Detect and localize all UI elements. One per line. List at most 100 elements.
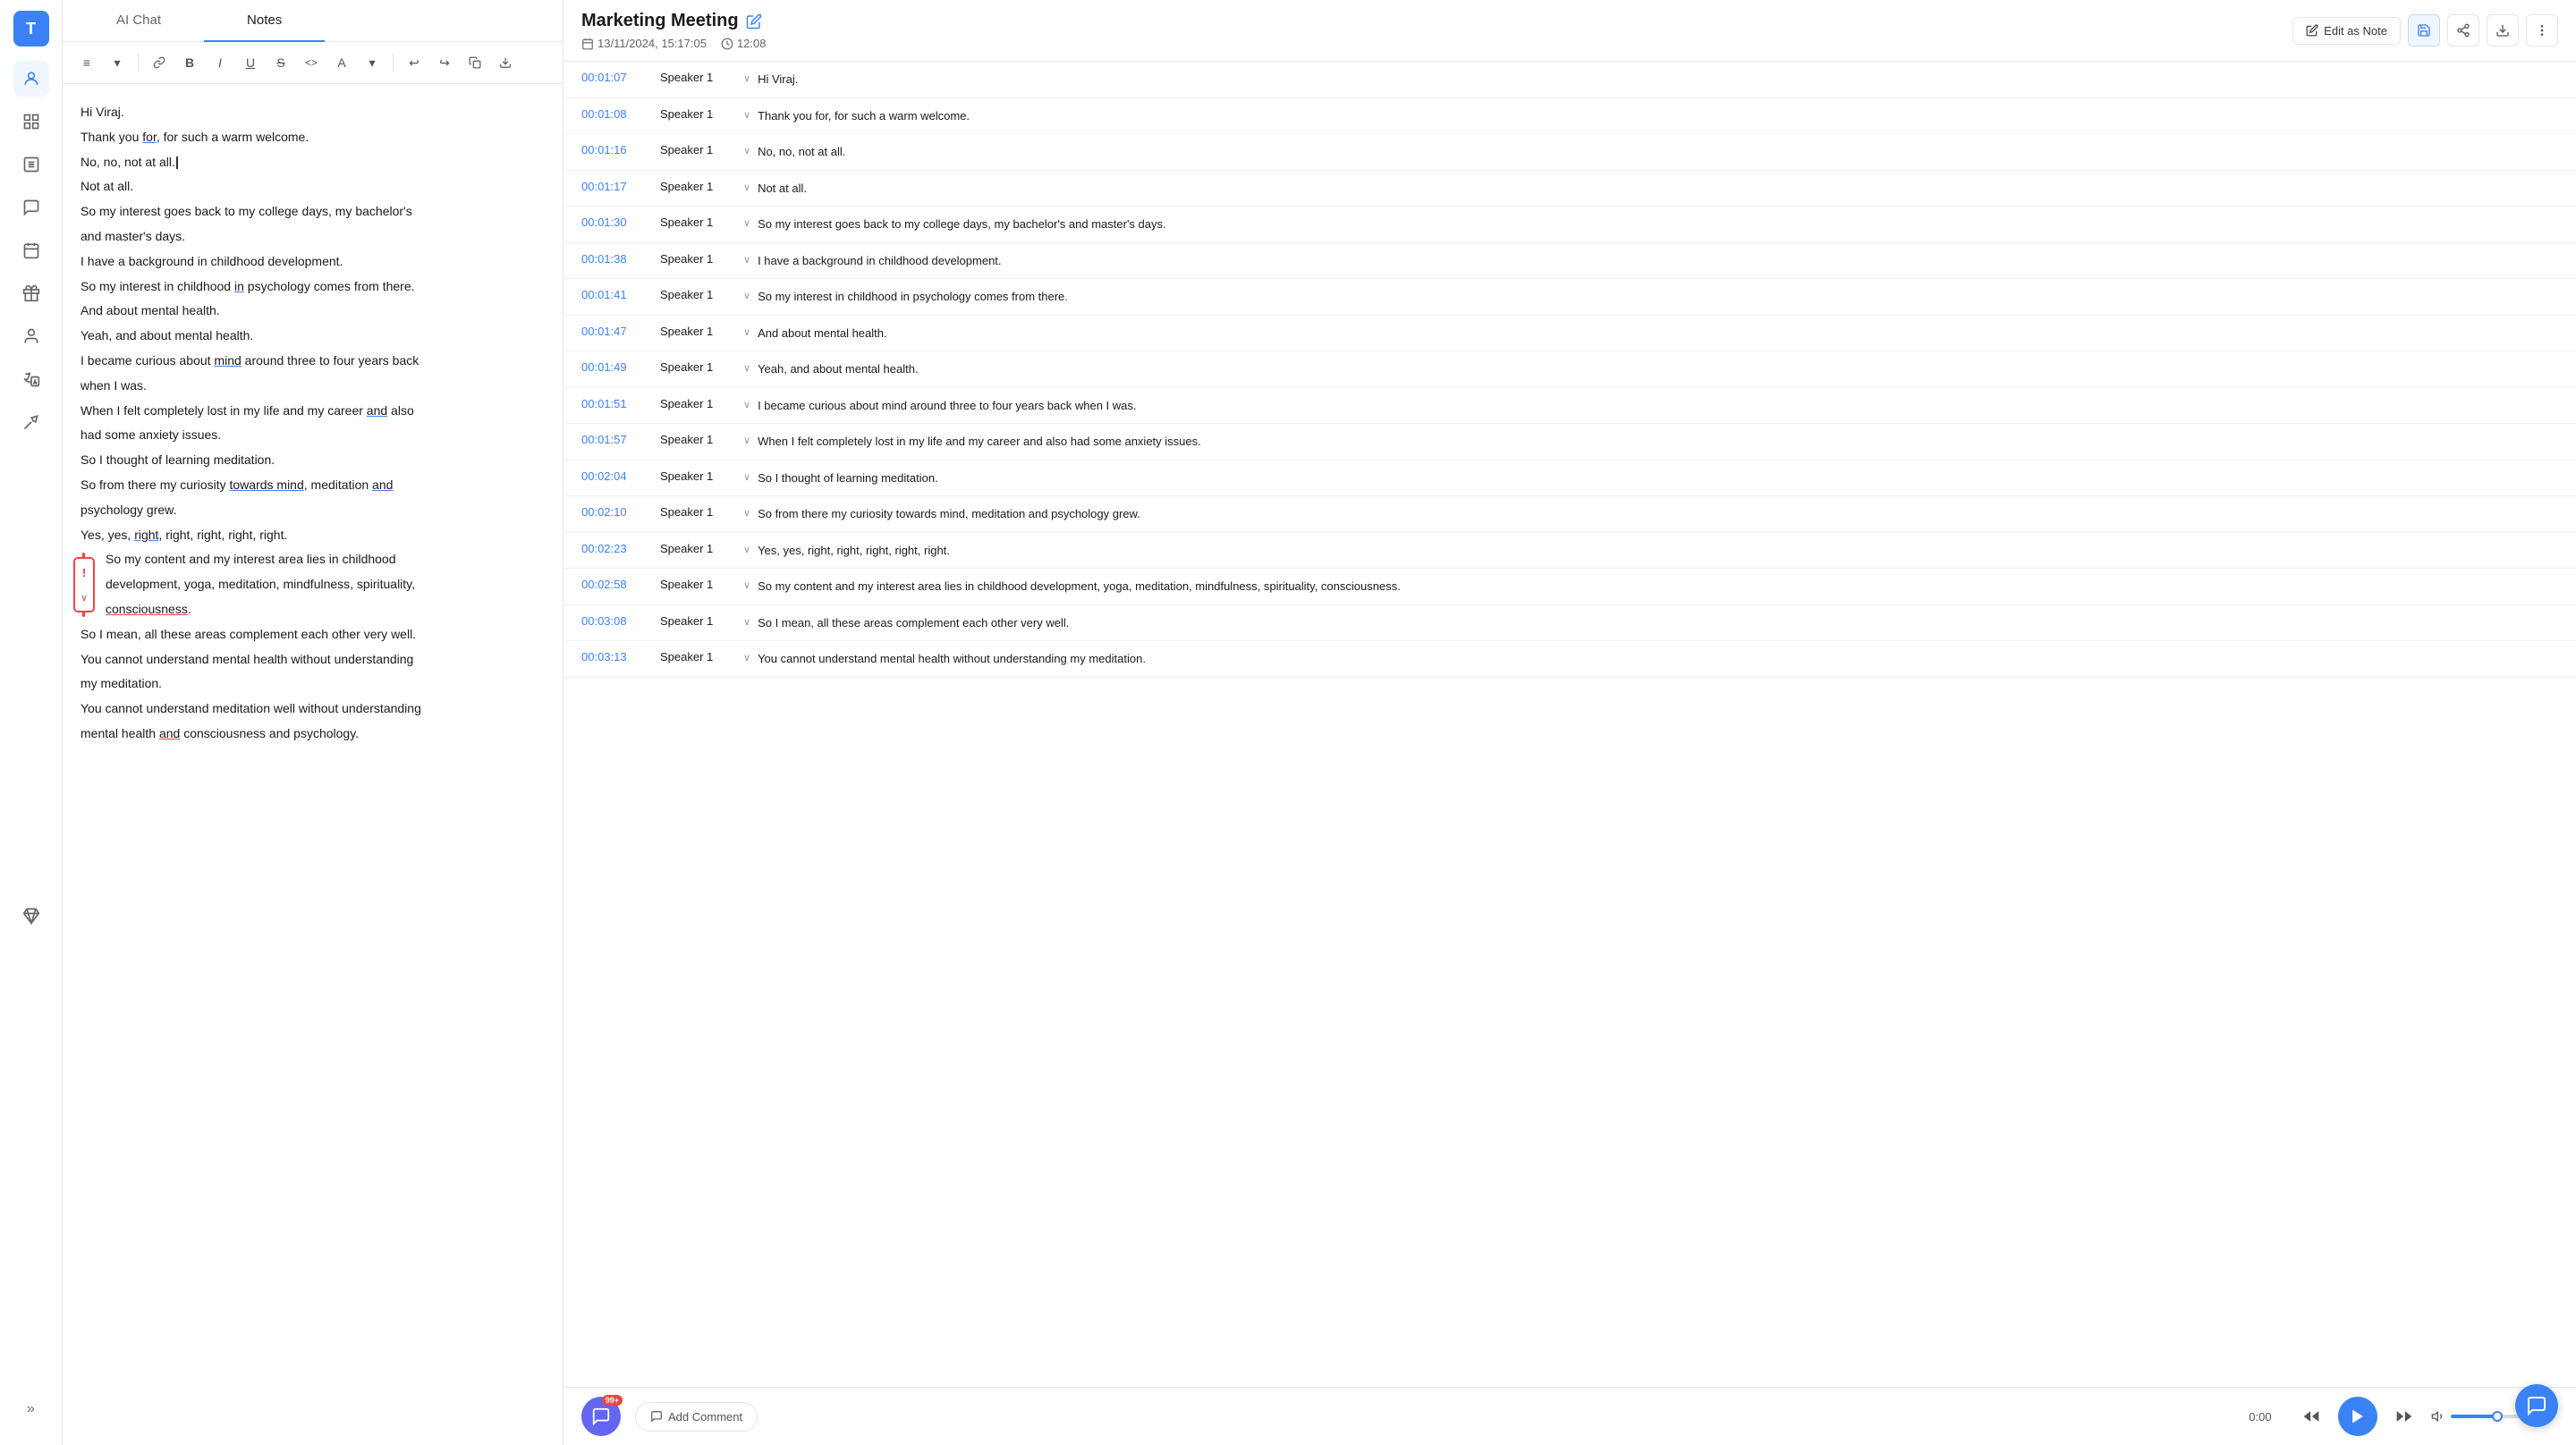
bold-button[interactable]: B xyxy=(176,49,203,76)
download-button[interactable] xyxy=(492,49,519,76)
play-icon xyxy=(2349,1407,2367,1425)
toolbar-divider-2 xyxy=(393,54,394,72)
note-line: I have a background in childhood develop… xyxy=(80,251,545,273)
copy-button[interactable] xyxy=(462,49,488,76)
sidebar-item-person[interactable] xyxy=(13,318,49,354)
app-logo: T xyxy=(13,11,49,46)
strikethrough-button[interactable]: S xyxy=(267,49,294,76)
warning-block: ! ∨ So my content and my interest area l… xyxy=(80,549,545,620)
transcript-row[interactable]: 00:02:58 Speaker 1 ∨ So my content and m… xyxy=(564,569,2576,605)
chevron-down-icon[interactable]: ∨ xyxy=(743,507,750,519)
chevron-down-icon[interactable]: ∨ xyxy=(743,616,750,628)
share-button[interactable] xyxy=(2447,14,2479,46)
chevron-down-icon[interactable]: ∨ xyxy=(743,652,750,663)
transcript-row[interactable]: 00:01:49 Speaker 1 ∨ Yeah, and about men… xyxy=(564,351,2576,388)
chat-bubble-button[interactable] xyxy=(2515,1384,2558,1427)
download-right-button[interactable] xyxy=(2487,14,2519,46)
chevron-down-icon[interactable]: ∨ xyxy=(743,217,750,229)
sidebar-item-gem[interactable] xyxy=(13,898,49,934)
sidebar-expand-button[interactable]: » xyxy=(13,1391,49,1427)
add-comment-button[interactable]: Add Comment xyxy=(635,1402,758,1432)
volume-slider[interactable] xyxy=(2451,1415,2522,1418)
note-line: So I mean, all these areas complement ea… xyxy=(80,624,545,646)
chevron-down-icon[interactable]: ∨ xyxy=(743,109,750,121)
chevron-down-icon[interactable]: ∨ xyxy=(743,254,750,266)
sidebar-item-translate[interactable] xyxy=(13,361,49,397)
text-color-dropdown[interactable]: ▾ xyxy=(359,49,386,76)
underline-button[interactable]: U xyxy=(237,49,264,76)
transcript-container[interactable]: 00:01:07 Speaker 1 ∨ Hi Viraj. 00:01:08 … xyxy=(564,62,2576,1387)
transcript-row[interactable]: 00:02:10 Speaker 1 ∨ So from there my cu… xyxy=(564,496,2576,533)
sidebar-item-gift[interactable] xyxy=(13,275,49,311)
code-button[interactable]: <> xyxy=(298,49,325,76)
volume-icon[interactable] xyxy=(2431,1409,2445,1424)
transcript-row[interactable]: 00:01:30 Speaker 1 ∨ So my interest goes… xyxy=(564,207,2576,243)
transcript-row[interactable]: 00:02:23 Speaker 1 ∨ Yes, yes, right, ri… xyxy=(564,533,2576,570)
note-line: So from there my curiosity towards mind,… xyxy=(80,475,545,496)
sidebar-item-magic[interactable] xyxy=(13,404,49,440)
chevron-down-icon[interactable]: ∨ xyxy=(743,290,750,301)
italic-button[interactable]: I xyxy=(207,49,233,76)
sidebar-item-users[interactable] xyxy=(13,61,49,97)
chevron-down-icon[interactable]: ∨ xyxy=(743,399,750,410)
comment-icon xyxy=(650,1410,663,1423)
transcript-row[interactable]: 00:03:13 Speaker 1 ∨ You cannot understa… xyxy=(564,641,2576,678)
chevron-down-icon[interactable]: ∨ xyxy=(743,72,750,84)
more-button[interactable] xyxy=(2526,14,2558,46)
transcript-row[interactable]: 00:01:57 Speaker 1 ∨ When I felt complet… xyxy=(564,424,2576,461)
chevron-down-icon[interactable]: ∨ xyxy=(743,579,750,591)
rewind-icon xyxy=(2302,1407,2320,1425)
right-panel: Marketing Meeting 13/11/2024, 15:17:05 1… xyxy=(564,0,2576,1445)
redo-button[interactable]: ↪ xyxy=(431,49,458,76)
editor-toolbar: ≡ ▾ B I U S <> A ▾ ↩ ↪ xyxy=(63,42,563,84)
chevron-down-icon[interactable]: ∨ xyxy=(743,544,750,555)
transcript-row[interactable]: 00:01:16 Speaker 1 ∨ No, no, not at all. xyxy=(564,134,2576,171)
save-icon xyxy=(2417,23,2431,38)
note-line: Yeah, and about mental health. xyxy=(80,325,545,347)
transcript-row[interactable]: 00:01:47 Speaker 1 ∨ And about mental he… xyxy=(564,316,2576,352)
meeting-title: Marketing Meeting xyxy=(581,11,766,31)
rewind-button[interactable] xyxy=(2295,1400,2327,1432)
align-button[interactable]: ≡ xyxy=(73,49,100,76)
note-line: mental health and consciousness and psyc… xyxy=(80,723,545,745)
transcript-row[interactable]: 00:01:51 Speaker 1 ∨ I became curious ab… xyxy=(564,388,2576,425)
clock-icon xyxy=(721,38,733,50)
tabs-container: AI Chat Notes xyxy=(63,0,563,42)
chevron-down-icon[interactable]: ∨ xyxy=(743,362,750,374)
right-header: Marketing Meeting 13/11/2024, 15:17:05 1… xyxy=(564,0,2576,62)
transcript-row[interactable]: 00:01:38 Speaker 1 ∨ I have a background… xyxy=(564,243,2576,280)
align-dropdown-button[interactable]: ▾ xyxy=(104,49,131,76)
tab-ai-chat[interactable]: AI Chat xyxy=(73,0,204,42)
chevron-down-icon[interactable]: ∨ xyxy=(743,182,750,193)
chevron-down-icon[interactable]: ∨ xyxy=(743,471,750,483)
tab-notes[interactable]: Notes xyxy=(204,0,325,42)
edit-as-note-button[interactable]: Edit as Note xyxy=(2292,17,2401,45)
note-line: Thank you for, for such a warm welcome. xyxy=(80,127,545,148)
sidebar-item-grid[interactable] xyxy=(13,104,49,139)
volume-thumb[interactable] xyxy=(2492,1411,2503,1422)
transcript-row[interactable]: 00:01:07 Speaker 1 ∨ Hi Viraj. xyxy=(564,62,2576,98)
text-color-button[interactable]: A xyxy=(328,49,355,76)
chevron-down-icon[interactable]: ∨ xyxy=(743,435,750,446)
note-line: No, no, not at all. xyxy=(80,152,545,173)
edit-note-icon xyxy=(2306,24,2318,37)
sidebar-item-list[interactable] xyxy=(13,147,49,182)
transcript-row[interactable]: 00:01:41 Speaker 1 ∨ So my interest in c… xyxy=(564,279,2576,316)
fast-forward-button[interactable] xyxy=(2388,1400,2420,1432)
chevron-down-icon[interactable]: ∨ xyxy=(743,326,750,338)
sidebar-item-calendar[interactable] xyxy=(13,232,49,268)
link-button[interactable] xyxy=(146,49,173,76)
transcript-row[interactable]: 00:01:08 Speaker 1 ∨ Thank you for, for … xyxy=(564,98,2576,135)
note-content-area[interactable]: Hi Viraj. Thank you for, for such a warm… xyxy=(63,84,563,1445)
edit-icon[interactable] xyxy=(746,13,762,30)
save-button[interactable] xyxy=(2408,14,2440,46)
chevron-down-icon[interactable]: ∨ xyxy=(743,145,750,156)
undo-button[interactable]: ↩ xyxy=(401,49,428,76)
transcript-row[interactable]: 00:02:04 Speaker 1 ∨ So I thought of lea… xyxy=(564,461,2576,497)
transcript-row[interactable]: 00:01:17 Speaker 1 ∨ Not at all. xyxy=(564,171,2576,207)
sidebar-item-chat[interactable] xyxy=(13,190,49,225)
note-line: and master's days. xyxy=(80,226,545,248)
transcript-row[interactable]: 00:03:08 Speaker 1 ∨ So I mean, all thes… xyxy=(564,605,2576,642)
notification-bubble[interactable]: 99+ xyxy=(581,1397,621,1436)
play-button[interactable] xyxy=(2338,1397,2377,1436)
